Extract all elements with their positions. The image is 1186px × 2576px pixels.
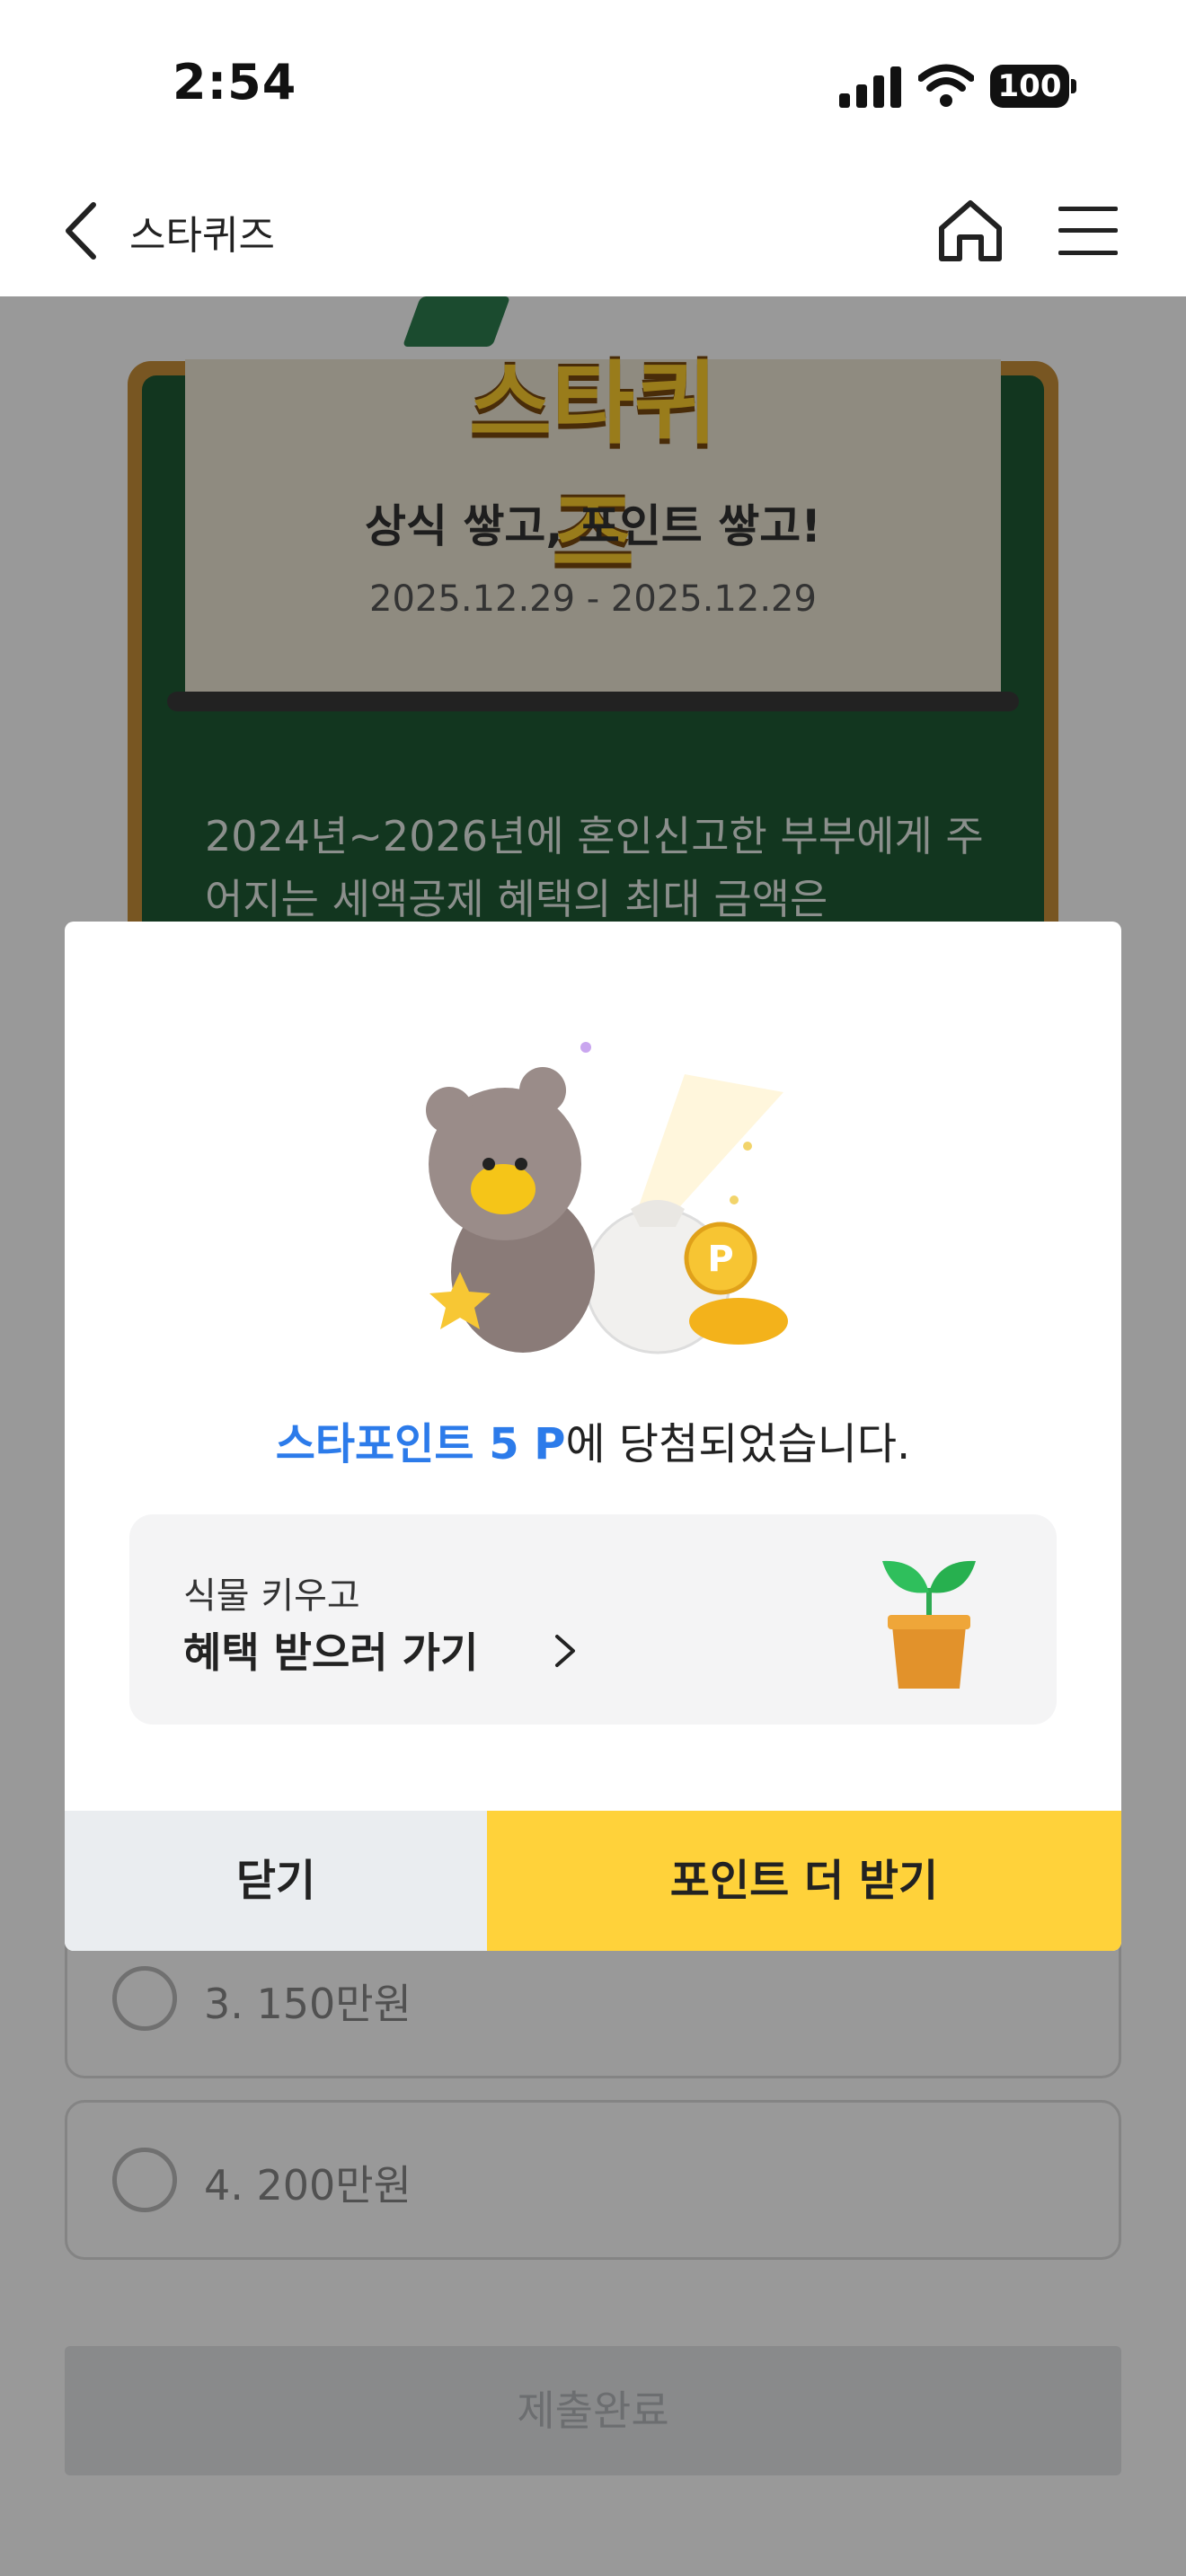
close-button[interactable]: 닫기 [65, 1811, 487, 1951]
battery-level: 100 [997, 68, 1062, 104]
signal-icon [839, 66, 901, 108]
page-title: 스타퀴즈 [129, 213, 275, 259]
battery-icon: 100 [990, 65, 1076, 108]
more-points-button[interactable]: 포인트 더 받기 [487, 1811, 1121, 1951]
benefit-card[interactable]: 식물 키우고 혜택 받으러 가기 [129, 1514, 1057, 1725]
status-time: 2:54 [173, 54, 297, 110]
status-bar: 2:54 100 [0, 0, 1186, 171]
win-message: 스타포인트 5 P에 당첨되었습니다. [65, 1408, 1121, 1471]
reward-modal: P 스타포인트 5 P에 당첨되었습니다. 식물 키우고 혜택 받으러 가기 닫 [65, 922, 1121, 1951]
plant-icon [882, 1560, 976, 1689]
benefit-subtitle: 식물 키우고 [183, 1575, 360, 1617]
back-icon[interactable] [59, 199, 104, 262]
home-icon[interactable] [934, 198, 1006, 264]
win-text: 에 당첨되었습니다. [565, 1419, 911, 1469]
bear-illustration: P [426, 1042, 788, 1354]
screen: 2:54 100 스타퀴즈 스타퀴즈 상식 쌓고, 포인트 쌓고! 2025.1… [0, 0, 1186, 2576]
win-highlight: 스타포인트 5 P [275, 1419, 566, 1469]
wifi-icon [918, 64, 974, 107]
benefit-link[interactable]: 혜택 받으러 가기 [183, 1620, 478, 1680]
menu-icon[interactable] [1057, 203, 1120, 259]
svg-text:P: P [707, 1239, 733, 1280]
chevron-right-icon [555, 1635, 575, 1667]
